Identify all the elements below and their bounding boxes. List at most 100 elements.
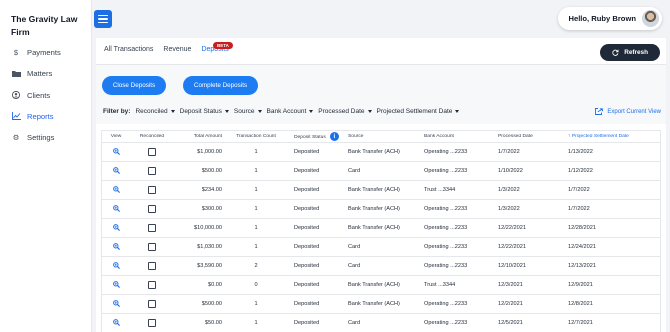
- zoom-in-icon[interactable]: [112, 261, 120, 271]
- view-cell: [102, 204, 130, 214]
- hamburger-menu-button[interactable]: [94, 10, 112, 28]
- filter-processed-date[interactable]: Processed Date: [318, 108, 372, 115]
- bank-account-cell: Operating ...2233: [424, 206, 468, 212]
- zoom-in-icon[interactable]: [112, 223, 120, 233]
- zoom-in-icon[interactable]: [112, 318, 120, 328]
- processed-date-cell: 12/22/2021: [498, 244, 526, 250]
- sidebar-item-label: Settings: [27, 132, 55, 142]
- sidebar-item-payments[interactable]: $ Payments: [11, 45, 61, 59]
- column-header-total-amount[interactable]: Total Amount: [174, 134, 226, 139]
- reconciled-cell: [130, 224, 174, 232]
- bank-account-cell: Operating ...2233: [424, 149, 468, 155]
- hamburger-icon: [98, 14, 108, 17]
- filter-deposit-status[interactable]: Deposit Status: [180, 108, 229, 115]
- reconciled-cell: [130, 167, 174, 175]
- reconciled-checkbox[interactable]: [148, 281, 156, 289]
- reconciled-checkbox[interactable]: [148, 167, 156, 175]
- refresh-button[interactable]: Refresh: [600, 44, 660, 61]
- projected-settlement-date-cell: 1/7/2022: [568, 206, 590, 212]
- sidebar-item-label: Matters: [27, 68, 53, 78]
- export-current-view-link[interactable]: Export Current View: [595, 108, 661, 115]
- filter-bank-account[interactable]: Bank Account: [267, 108, 314, 115]
- deposit-status-cell: Deposited: [294, 263, 320, 269]
- zoom-in-icon[interactable]: [112, 204, 120, 214]
- reconciled-cell: [130, 281, 174, 289]
- filter-projected-settlement-date[interactable]: Projected Settlement Date: [377, 108, 460, 115]
- sidebar-item-settings[interactable]: ⚙ Settings: [11, 130, 55, 144]
- processed-date-cell: 12/2/2021: [498, 301, 523, 307]
- view-cell: [102, 242, 130, 252]
- beta-badge: BETA: [213, 42, 233, 49]
- total-amount-cell: $10,000.00: [194, 225, 222, 231]
- deposit-status-cell: Deposited: [294, 282, 320, 288]
- zoom-in-icon[interactable]: [112, 166, 120, 176]
- table-row: $3,590.00 2 Deposited Card Operating ...2233…: [102, 257, 660, 276]
- reconciled-checkbox[interactable]: [148, 205, 156, 213]
- reconciled-cell: [130, 319, 174, 327]
- processed-date-cell: 12/3/2021: [498, 282, 523, 288]
- chart-icon: [11, 112, 21, 120]
- reconciled-checkbox[interactable]: [148, 148, 156, 156]
- bank-account-cell: Operating ...2233: [424, 301, 468, 307]
- deposits-table: View Reconciled Total Amount Transaction…: [101, 130, 661, 332]
- source-cell: Card: [348, 168, 361, 174]
- source-cell: Card: [348, 263, 361, 269]
- filter-label: Filter by:: [103, 108, 131, 115]
- reconciled-checkbox[interactable]: [148, 186, 156, 194]
- sidebar-item-label: Clients: [27, 90, 51, 100]
- source-cell: Bank Transfer (ACH): [348, 225, 400, 231]
- source-cell: Bank Transfer (ACH): [348, 187, 400, 193]
- column-header-processed-date[interactable]: Processed Date: [492, 134, 562, 139]
- column-header-projected-settlement-date[interactable]: ↑ Projected Settlement Date: [562, 134, 662, 139]
- refresh-label: Refresh: [624, 49, 648, 56]
- table-row: $10,000.00 1 Deposited Bank Transfer (ACH) O…: [102, 219, 660, 238]
- column-header-bank-account[interactable]: Bank Account: [420, 134, 492, 139]
- reconciled-checkbox[interactable]: [148, 243, 156, 251]
- sidebar-item-label: Reports: [27, 111, 54, 121]
- source-cell: Bank Transfer (ACH): [348, 282, 400, 288]
- table-row: $1,000.00 1 Deposited Bank Transfer (ACH) Op…: [102, 143, 660, 162]
- table-row: $1,030.00 1 Deposited Card Operating ...2233…: [102, 238, 660, 257]
- reconciled-checkbox[interactable]: [148, 224, 156, 232]
- column-header-source[interactable]: Source: [344, 134, 420, 139]
- projected-settlement-date-cell: 12/7/2021: [568, 320, 593, 326]
- chevron-down-icon: [309, 110, 314, 113]
- projected-settlement-date-cell: 12/28/2021: [568, 225, 596, 231]
- source-cell: Card: [348, 244, 361, 250]
- transaction-count-cell: 1: [254, 244, 258, 250]
- total-amount-cell: $1,030.00: [197, 244, 222, 250]
- deposit-status-cell: Deposited: [294, 187, 320, 193]
- zoom-in-icon[interactable]: [112, 280, 120, 290]
- reconciled-checkbox[interactable]: [148, 319, 156, 327]
- deposit-status-cell: Deposited: [294, 225, 320, 231]
- reconciled-checkbox[interactable]: [148, 262, 156, 270]
- info-icon[interactable]: i: [329, 132, 339, 141]
- user-menu[interactable]: Hello, Ruby Brown: [558, 7, 662, 30]
- zoom-in-icon[interactable]: [112, 242, 120, 252]
- bank-account-cell: Operating ...2233: [424, 225, 468, 231]
- sidebar-item-clients[interactable]: Clients: [11, 88, 50, 102]
- source-cell: Card: [348, 320, 361, 326]
- filter-reconciled[interactable]: Reconciled: [135, 108, 175, 115]
- sidebar-item-matters[interactable]: Matters: [11, 66, 52, 80]
- dollar-icon: $: [13, 47, 19, 57]
- view-cell: [102, 280, 130, 290]
- close-deposits-button[interactable]: Close Deposits: [102, 76, 166, 95]
- sidebar: The Gravity Law Firm $ Payments Matters …: [0, 0, 92, 332]
- source-cell: Bank Transfer (ACH): [348, 301, 400, 307]
- column-header-deposit-status[interactable]: Deposit Status i: [286, 132, 344, 141]
- zoom-in-icon[interactable]: [112, 299, 120, 309]
- actions-filters-area: Close Deposits Complete Deposits Filter …: [96, 65, 666, 124]
- column-header-transaction-count[interactable]: Transaction Count: [226, 134, 286, 139]
- zoom-in-icon[interactable]: [112, 185, 120, 195]
- zoom-in-icon[interactable]: [112, 147, 120, 157]
- total-amount-cell: $0.00: [208, 282, 222, 288]
- view-cell: [102, 223, 130, 233]
- avatar: [642, 10, 659, 27]
- tab-all-transactions[interactable]: All Transactions: [104, 46, 153, 60]
- filter-source[interactable]: Source: [234, 108, 262, 115]
- sidebar-item-reports[interactable]: Reports: [11, 109, 54, 123]
- complete-deposits-button[interactable]: Complete Deposits: [183, 76, 258, 95]
- tab-revenue[interactable]: Revenue: [163, 46, 191, 60]
- reconciled-checkbox[interactable]: [148, 300, 156, 308]
